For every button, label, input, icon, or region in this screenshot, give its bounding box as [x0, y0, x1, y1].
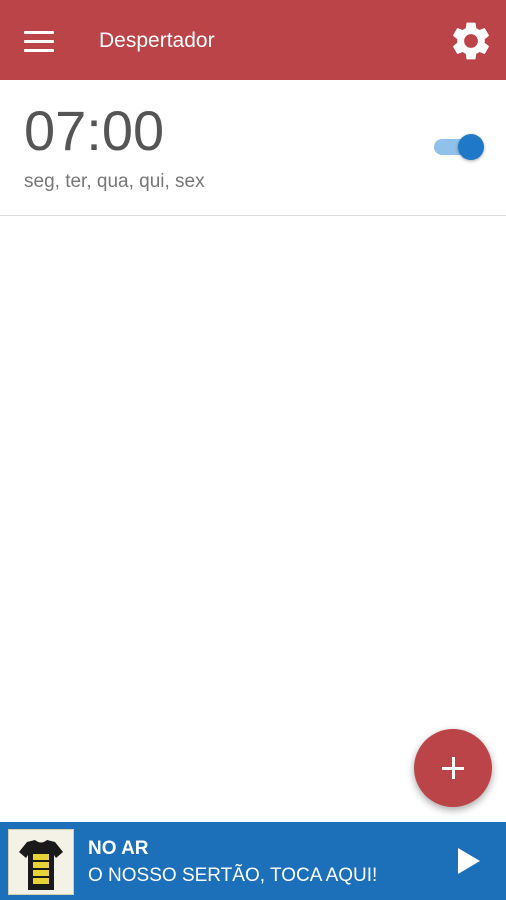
play-button[interactable]: [452, 844, 486, 878]
now-playing-title: O NOSSO SERTÃO, TOCA AQUI!: [88, 865, 378, 886]
switch-thumb: [458, 134, 484, 160]
play-icon: [458, 848, 480, 874]
hamburger-menu-icon: [24, 31, 54, 34]
alarm-item[interactable]: 07:00 seg, ter, qua, qui, sex: [0, 80, 506, 216]
settings-button[interactable]: [448, 18, 494, 64]
album-cover-image: [8, 829, 74, 895]
app-bar: Despertador: [0, 0, 506, 80]
menu-button[interactable]: [20, 22, 60, 58]
page-title: Despertador: [99, 29, 215, 52]
on-air-label: NO AR: [88, 838, 149, 859]
alarm-time: 07:00: [24, 99, 165, 162]
radio-player-bar[interactable]: NO AR O NOSSO SERTÃO, TOCA AQUI!: [0, 822, 506, 900]
tshirt-artwork: [19, 840, 63, 890]
add-alarm-button[interactable]: [414, 729, 492, 807]
alarm-toggle-switch[interactable]: [432, 132, 488, 162]
gear-icon: [453, 22, 489, 60]
alarm-repeat-days: seg, ter, qua, qui, sex: [24, 171, 205, 192]
